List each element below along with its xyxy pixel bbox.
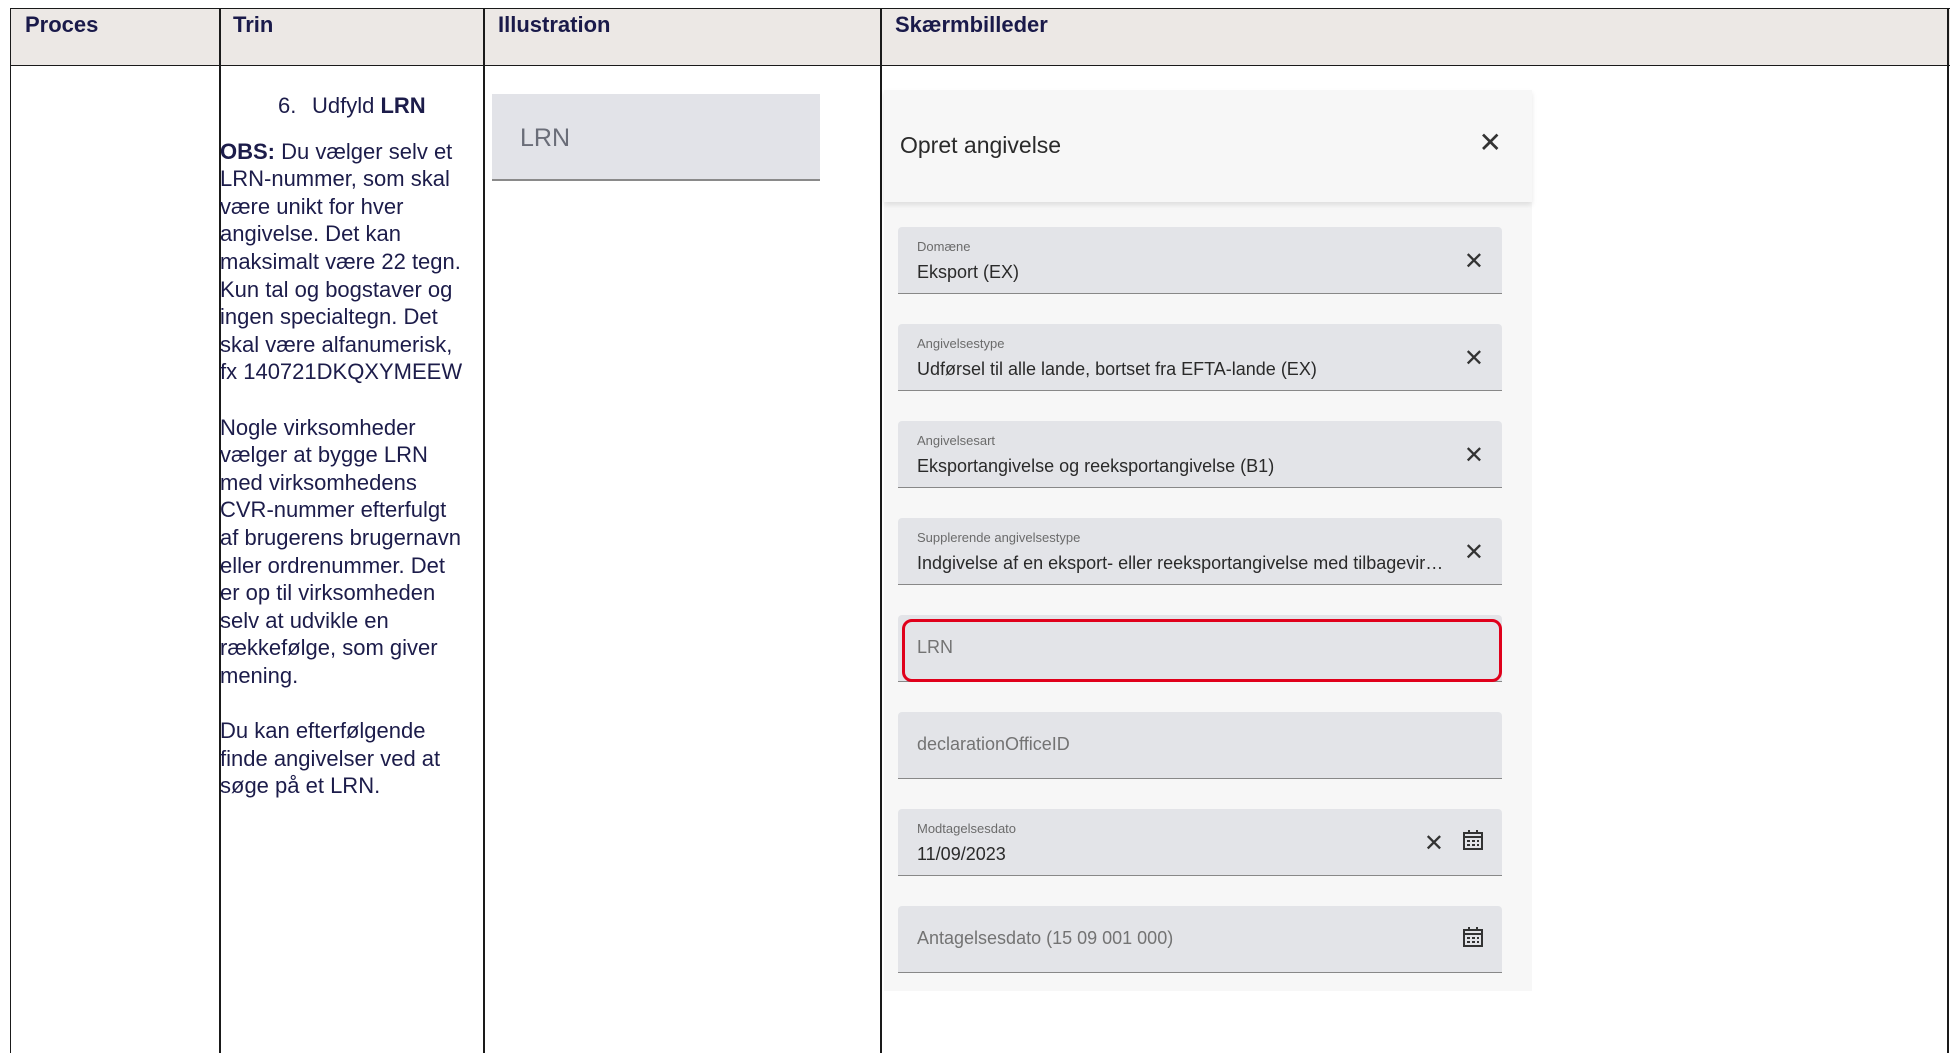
- supplerende-angivelsestype-field[interactable]: Supplerende angivelsestype Indgivelse af…: [898, 518, 1502, 585]
- calendar-icon[interactable]: [1462, 829, 1484, 851]
- field-value: Eksport (EX): [917, 262, 1020, 282]
- clear-icon[interactable]: ✕: [1464, 344, 1484, 373]
- field-label: Angivelsesart: [917, 433, 996, 448]
- obs-paragraph: OBS: Du vælger selv et LRN-nummer, som s…: [220, 138, 465, 386]
- declaration-office-id-input[interactable]: declarationOfficeID: [898, 712, 1502, 779]
- paragraph-3: Du kan efterfølgende finde angivelser ve…: [220, 718, 441, 799]
- obs-text: Du vælger selv et LRN-nummer, som skal v…: [220, 138, 463, 385]
- opret-angivelse-dialog: Opret angivelse ✕ Domæne Eksport (EX) ✕ …: [884, 90, 1532, 991]
- angivelsestype-field[interactable]: Angivelsestype Udførsel til alle lande, …: [898, 324, 1502, 391]
- close-icon[interactable]: ✕: [1479, 126, 1502, 159]
- step-bold: LRN: [380, 93, 426, 118]
- illustration-lrn-field: LRN: [492, 94, 820, 181]
- column-divider: [483, 9, 485, 1053]
- header-trin: Trin: [233, 12, 274, 37]
- header-skaermbilleder: Skærmbilleder: [895, 12, 1048, 37]
- step-heading: 6. Udfyld LRN: [220, 92, 465, 120]
- obs-label: OBS:: [220, 138, 275, 164]
- header-proces: Proces: [25, 12, 99, 37]
- table-header: Proces Trin Illustration Skærmbilleder: [11, 9, 1950, 66]
- illustration-placeholder: LRN: [520, 124, 571, 152]
- trin-cell: 6. Udfyld LRN OBS: Du vælger selv et LRN-…: [220, 92, 465, 800]
- field-placeholder: Antagelsesdato (15 09 001 000): [917, 928, 1174, 948]
- field-value: Indgivelse af en eksport- eller reekspor…: [917, 553, 1447, 573]
- header-illustration: Illustration: [498, 12, 611, 37]
- dialog-title: Opret angivelse: [900, 132, 1062, 158]
- angivelsesart-field[interactable]: Angivelsesart Eksportangivelse og reeksp…: [898, 421, 1502, 488]
- clear-icon[interactable]: ✕: [1464, 538, 1484, 567]
- column-divider: [1947, 9, 1949, 1053]
- field-label: Supplerende angivelsestype: [917, 530, 1081, 545]
- antagelsesdato-input[interactable]: Antagelsesdato (15 09 001 000): [898, 906, 1502, 973]
- calendar-icon[interactable]: [1462, 926, 1484, 948]
- field-label: Domæne: [917, 239, 971, 254]
- field-value: 11/09/2023: [917, 844, 1006, 864]
- step-number: 6.: [278, 93, 297, 118]
- field-value: Udførsel til alle lande, bortset fra EFT…: [917, 359, 1317, 379]
- dialog-header: Opret angivelse ✕: [884, 90, 1532, 202]
- domaene-field[interactable]: Domæne Eksport (EX) ✕: [898, 227, 1502, 294]
- field-placeholder: declarationOfficeID: [917, 734, 1070, 754]
- step-text: Udfyld: [312, 93, 381, 118]
- lrn-highlight-box: [902, 619, 1502, 682]
- paragraph-2: Nogle virksomheder vælger at bygge LRN m…: [220, 414, 461, 688]
- clear-icon[interactable]: ✕: [1464, 441, 1484, 470]
- field-value: Eksportangivelse og reeksportangivelse (…: [917, 456, 1275, 476]
- field-label: Angivelsestype: [917, 336, 1005, 351]
- clear-icon[interactable]: ✕: [1424, 829, 1444, 858]
- field-label: Modtagelsesdato: [917, 821, 1017, 836]
- column-divider: [880, 9, 882, 1053]
- clear-icon[interactable]: ✕: [1464, 247, 1484, 276]
- modtagelsesdato-field[interactable]: Modtagelsesdato 11/09/2023 ✕: [898, 809, 1502, 876]
